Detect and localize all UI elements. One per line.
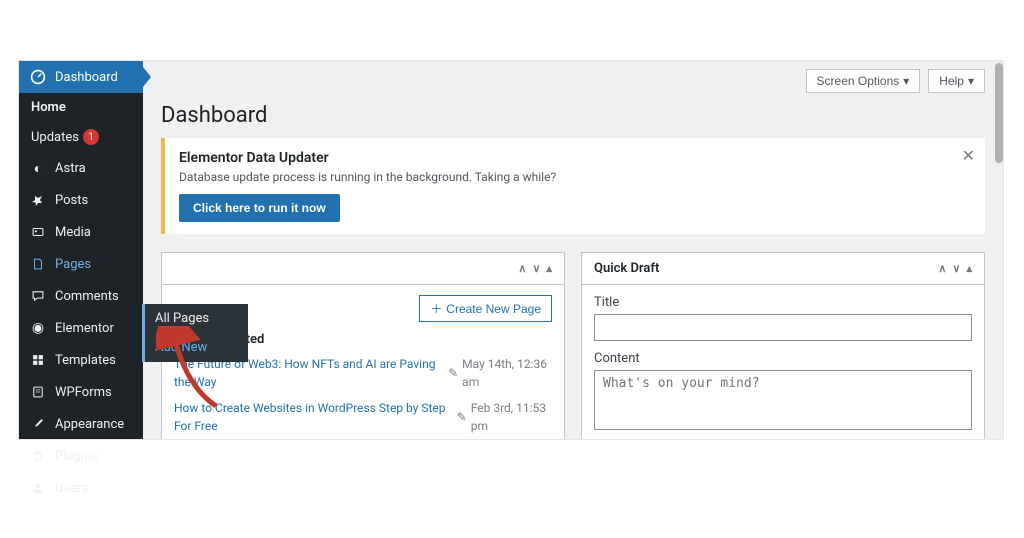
pencil-icon: ✎ xyxy=(448,364,458,382)
elementor-notice: Elementor Data Updater Database update p… xyxy=(161,138,985,234)
dashboard-icon xyxy=(29,68,47,86)
wpforms-icon xyxy=(29,383,47,401)
quickdraft-heading: Quick Draft xyxy=(594,261,659,276)
users-icon xyxy=(29,479,47,497)
postbox-heading xyxy=(174,261,177,276)
sidebar-item-comments[interactable]: Comments xyxy=(19,280,143,312)
admin-sidebar: Dashboard Home Updates 1 ◐ Astra Posts xyxy=(19,61,143,439)
page-title: Dashboard xyxy=(161,103,985,128)
notice-title: Elementor Data Updater xyxy=(179,150,971,166)
astra-icon: ◐ xyxy=(29,159,47,177)
sidebar-label: Dashboard xyxy=(55,70,118,85)
notice-run-button[interactable]: Click here to run it now xyxy=(179,194,340,222)
pencil-icon: ✎ xyxy=(457,408,467,426)
sidebar-item-media[interactable]: Media xyxy=(19,216,143,248)
move-up-icon[interactable]: ∧ xyxy=(938,262,946,275)
caret-down-icon: ▾ xyxy=(903,74,909,88)
pages-flyout: All Pages Add New xyxy=(142,304,248,362)
content-label: Content xyxy=(594,351,972,366)
title-label: Title xyxy=(594,295,972,310)
toggle-icon[interactable]: ▴ xyxy=(966,262,972,275)
sidebar-item-astra[interactable]: ◐ Astra xyxy=(19,152,143,184)
sidebar-item-pages[interactable]: Pages xyxy=(19,248,143,280)
sidebar-item-appearance[interactable]: Appearance xyxy=(19,408,143,440)
list-item: How to Create Websites in WordPress Step… xyxy=(174,399,552,435)
plus-icon: ＋ xyxy=(430,300,442,317)
sidebar-item-users[interactable]: Users xyxy=(19,472,143,504)
plugin-icon xyxy=(29,447,47,465)
sidebar-item-plugins[interactable]: Plugins xyxy=(19,440,143,472)
sidebar-item-home[interactable]: Home xyxy=(19,93,143,122)
notice-close-button[interactable]: ✕ xyxy=(962,146,975,166)
flyout-add-new[interactable]: Add New xyxy=(145,333,248,362)
quickdraft-postbox: Quick Draft ∧ ∨ ▴ Title Content xyxy=(581,252,985,439)
pin-icon xyxy=(29,191,47,209)
page-icon xyxy=(29,255,47,273)
sidebar-item-wpforms[interactable]: WPForms xyxy=(19,376,143,408)
toggle-icon[interactable]: ▴ xyxy=(546,262,552,275)
sidebar-item-templates[interactable]: Templates xyxy=(19,344,143,376)
draft-content-input[interactable] xyxy=(594,370,972,430)
draft-title-input[interactable] xyxy=(594,314,972,341)
sidebar-item-updates[interactable]: Updates 1 xyxy=(19,122,143,152)
move-up-icon[interactable]: ∧ xyxy=(518,262,526,275)
close-icon: ✕ xyxy=(962,148,975,165)
main-content: Screen Options ▾ Help ▾ Dashboard Elemen… xyxy=(143,61,1003,439)
sidebar-item-posts[interactable]: Posts xyxy=(19,184,143,216)
media-icon xyxy=(29,223,47,241)
elementor-icon: ◉ xyxy=(29,319,47,337)
caret-down-icon: ▾ xyxy=(968,74,974,88)
move-down-icon[interactable]: ∨ xyxy=(532,262,540,275)
comment-icon xyxy=(29,287,47,305)
help-button[interactable]: Help ▾ xyxy=(928,69,985,93)
notice-desc: Database update process is running in th… xyxy=(179,170,971,184)
sidebar-item-dashboard[interactable]: Dashboard xyxy=(19,61,143,93)
templates-icon xyxy=(29,351,47,369)
updates-badge: 1 xyxy=(83,129,99,145)
create-page-button[interactable]: ＋Create New Page xyxy=(419,295,552,322)
sidebar-item-elementor[interactable]: ◉ Elementor xyxy=(19,312,143,344)
brush-icon xyxy=(29,415,47,433)
move-down-icon[interactable]: ∨ xyxy=(952,262,960,275)
screen-options-button[interactable]: Screen Options ▾ xyxy=(806,69,921,93)
flyout-all-pages[interactable]: All Pages xyxy=(145,304,248,333)
post-link[interactable]: How to Create Websites in WordPress Step… xyxy=(174,399,451,435)
